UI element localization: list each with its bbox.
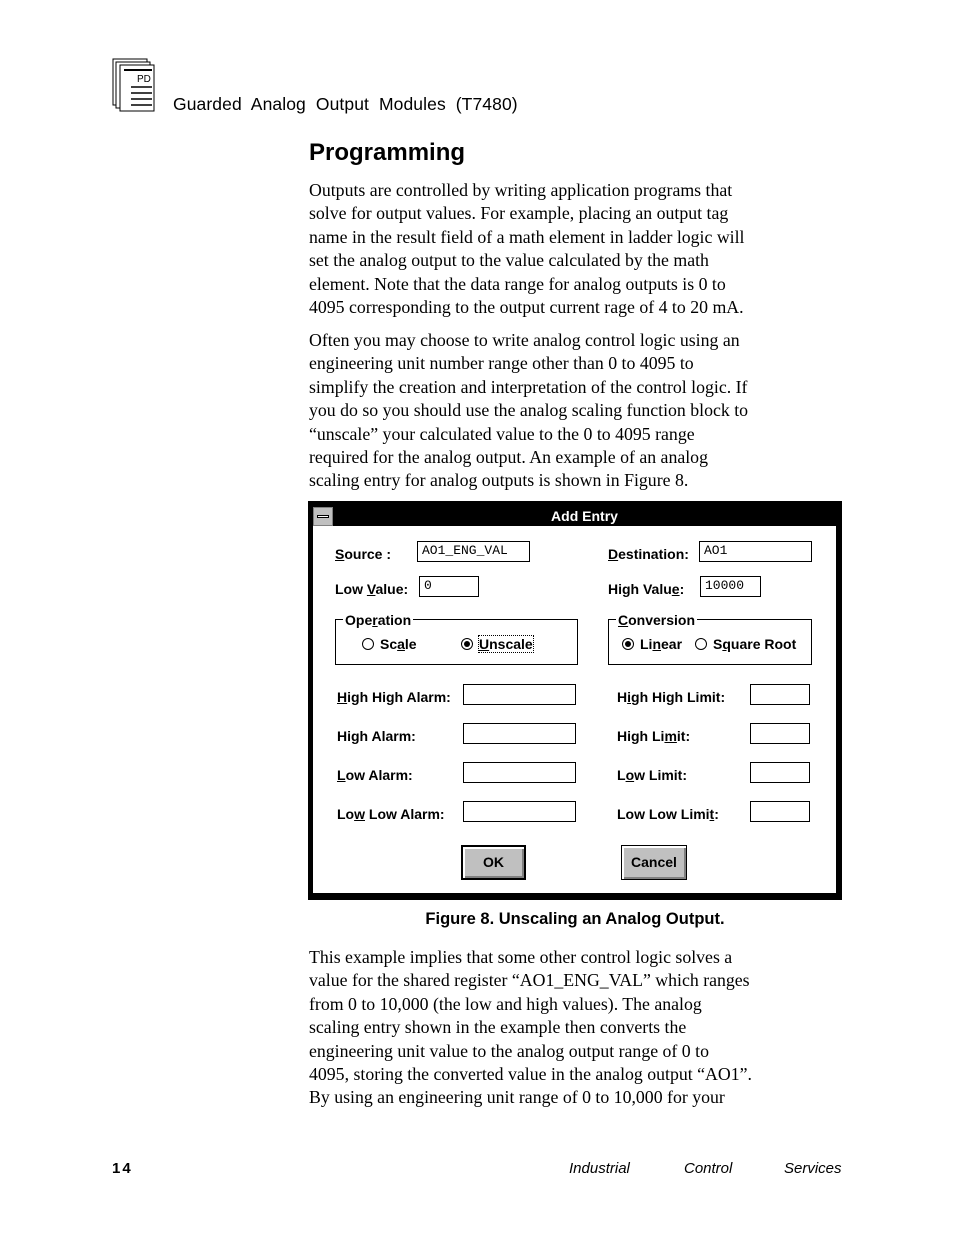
text-line: By using an engineering unit range of 0 … <box>309 1087 725 1108</box>
text-line: Outputs are controlled by writing applic… <box>309 180 733 200</box>
destination-label: Destination: <box>608 546 689 562</box>
paragraph-3: This example implies that some other con… <box>309 946 849 1110</box>
operation-legend: Operation <box>343 612 414 628</box>
scale-radio-label[interactable]: Scale <box>380 636 417 652</box>
text-line: scaling entry shown in the example then … <box>309 1017 687 1038</box>
text-line: engineering unit number range other than… <box>309 353 694 374</box>
unscale-radio[interactable] <box>461 638 473 650</box>
high-limit-input[interactable] <box>750 723 810 744</box>
text-line: solve for output values. For example, pl… <box>309 203 729 224</box>
high-high-limit-input[interactable] <box>750 684 810 705</box>
text-line: scaling entry for analog outputs is show… <box>309 470 689 491</box>
footer-word: Control <box>684 1160 733 1177</box>
low-limit-label: Low Limit: <box>617 767 688 783</box>
low-value-input[interactable]: 0 <box>419 576 479 597</box>
system-menu-icon[interactable] <box>313 507 333 526</box>
text-line: value for the shared register “AO1_ENG_V… <box>309 970 750 991</box>
high-high-limit-label: High High Limit: <box>617 689 726 705</box>
low-low-alarm-input[interactable] <box>463 801 576 822</box>
square-root-radio-label[interactable]: Square Root <box>713 636 796 652</box>
unscale-radio-label[interactable]: Unscale <box>478 635 534 653</box>
square-root-radio[interactable] <box>695 638 707 650</box>
low-low-limit-label: Low Low Limit: <box>617 806 719 822</box>
conversion-legend: Conversion <box>616 612 698 628</box>
low-limit-input[interactable] <box>750 762 810 783</box>
scale-radio[interactable] <box>362 638 374 650</box>
page-number: 14 <box>112 1160 133 1177</box>
high-high-alarm-input[interactable] <box>463 684 576 705</box>
ok-button[interactable]: OK <box>461 845 526 880</box>
text-line: This example implies that some other con… <box>309 947 733 967</box>
low-alarm-label: Low Alarm: <box>337 767 413 783</box>
text-line: you do so you should use the analog scal… <box>309 400 749 421</box>
linear-radio-label[interactable]: Linear <box>640 636 682 652</box>
text-line: from 0 to 10,000 (the low and high value… <box>309 993 702 1014</box>
pd-logo-icon: PD <box>112 58 156 112</box>
cancel-button[interactable]: Cancel <box>621 845 687 880</box>
high-limit-label: High Limit: <box>617 728 691 744</box>
footer-word: Industrial <box>569 1160 630 1177</box>
high-value-input[interactable]: 10000 <box>700 576 761 597</box>
source-input[interactable]: AO1_ENG_VAL <box>417 541 530 562</box>
footer-word: Services <box>784 1160 842 1177</box>
low-value-label: Low Value: <box>335 581 409 597</box>
text-line: name in the result field of a math eleme… <box>309 226 745 247</box>
paragraph-1: Outputs are controlled by writing applic… <box>309 179 849 319</box>
paragraph-2: Often you may choose to write analog con… <box>309 329 849 493</box>
low-low-limit-input[interactable] <box>750 801 810 822</box>
text-line: set the analog output to the value calcu… <box>309 250 709 271</box>
high-alarm-label: High Alarm: <box>337 728 416 744</box>
linear-radio[interactable] <box>622 638 634 650</box>
high-high-alarm-label: High High Alarm: <box>337 689 451 705</box>
text-line: simplify the creation and interpretation… <box>309 376 748 397</box>
low-low-alarm-label: Low Low Alarm: <box>337 806 445 822</box>
section-title: Programming <box>309 139 466 166</box>
text-line: 4095, storing the converted value in the… <box>309 1064 752 1085</box>
running-header: Guarded Analog Output Modules (T7480) <box>173 94 518 114</box>
text-line: required for the analog output. An examp… <box>309 447 708 468</box>
add-entry-dialog: Add Entry Source : AO1_ENG_VAL Destinati… <box>308 501 842 900</box>
figure-caption: Figure 8. Unscaling an Analog Output. <box>425 910 725 928</box>
high-alarm-input[interactable] <box>463 723 576 744</box>
text-line: Often you may choose to write analog con… <box>309 330 740 350</box>
destination-input[interactable]: AO1 <box>699 541 812 562</box>
low-alarm-input[interactable] <box>463 762 576 783</box>
text-line: 4095 corresponding to the output current… <box>309 297 744 318</box>
text-line: element. Note that the data range for an… <box>309 273 726 294</box>
text-line: engineering unit value to the analog out… <box>309 1040 709 1061</box>
source-label: Source : <box>335 546 392 562</box>
svg-text:PD: PD <box>137 74 151 85</box>
dialog-title: Add Entry <box>551 508 618 524</box>
text-line: “unscale” your calculated value to the 0… <box>309 423 695 444</box>
high-value-label: High Value: <box>608 581 685 597</box>
dialog-client-area: Source : AO1_ENG_VAL Destination: AO1 Lo… <box>313 526 836 893</box>
